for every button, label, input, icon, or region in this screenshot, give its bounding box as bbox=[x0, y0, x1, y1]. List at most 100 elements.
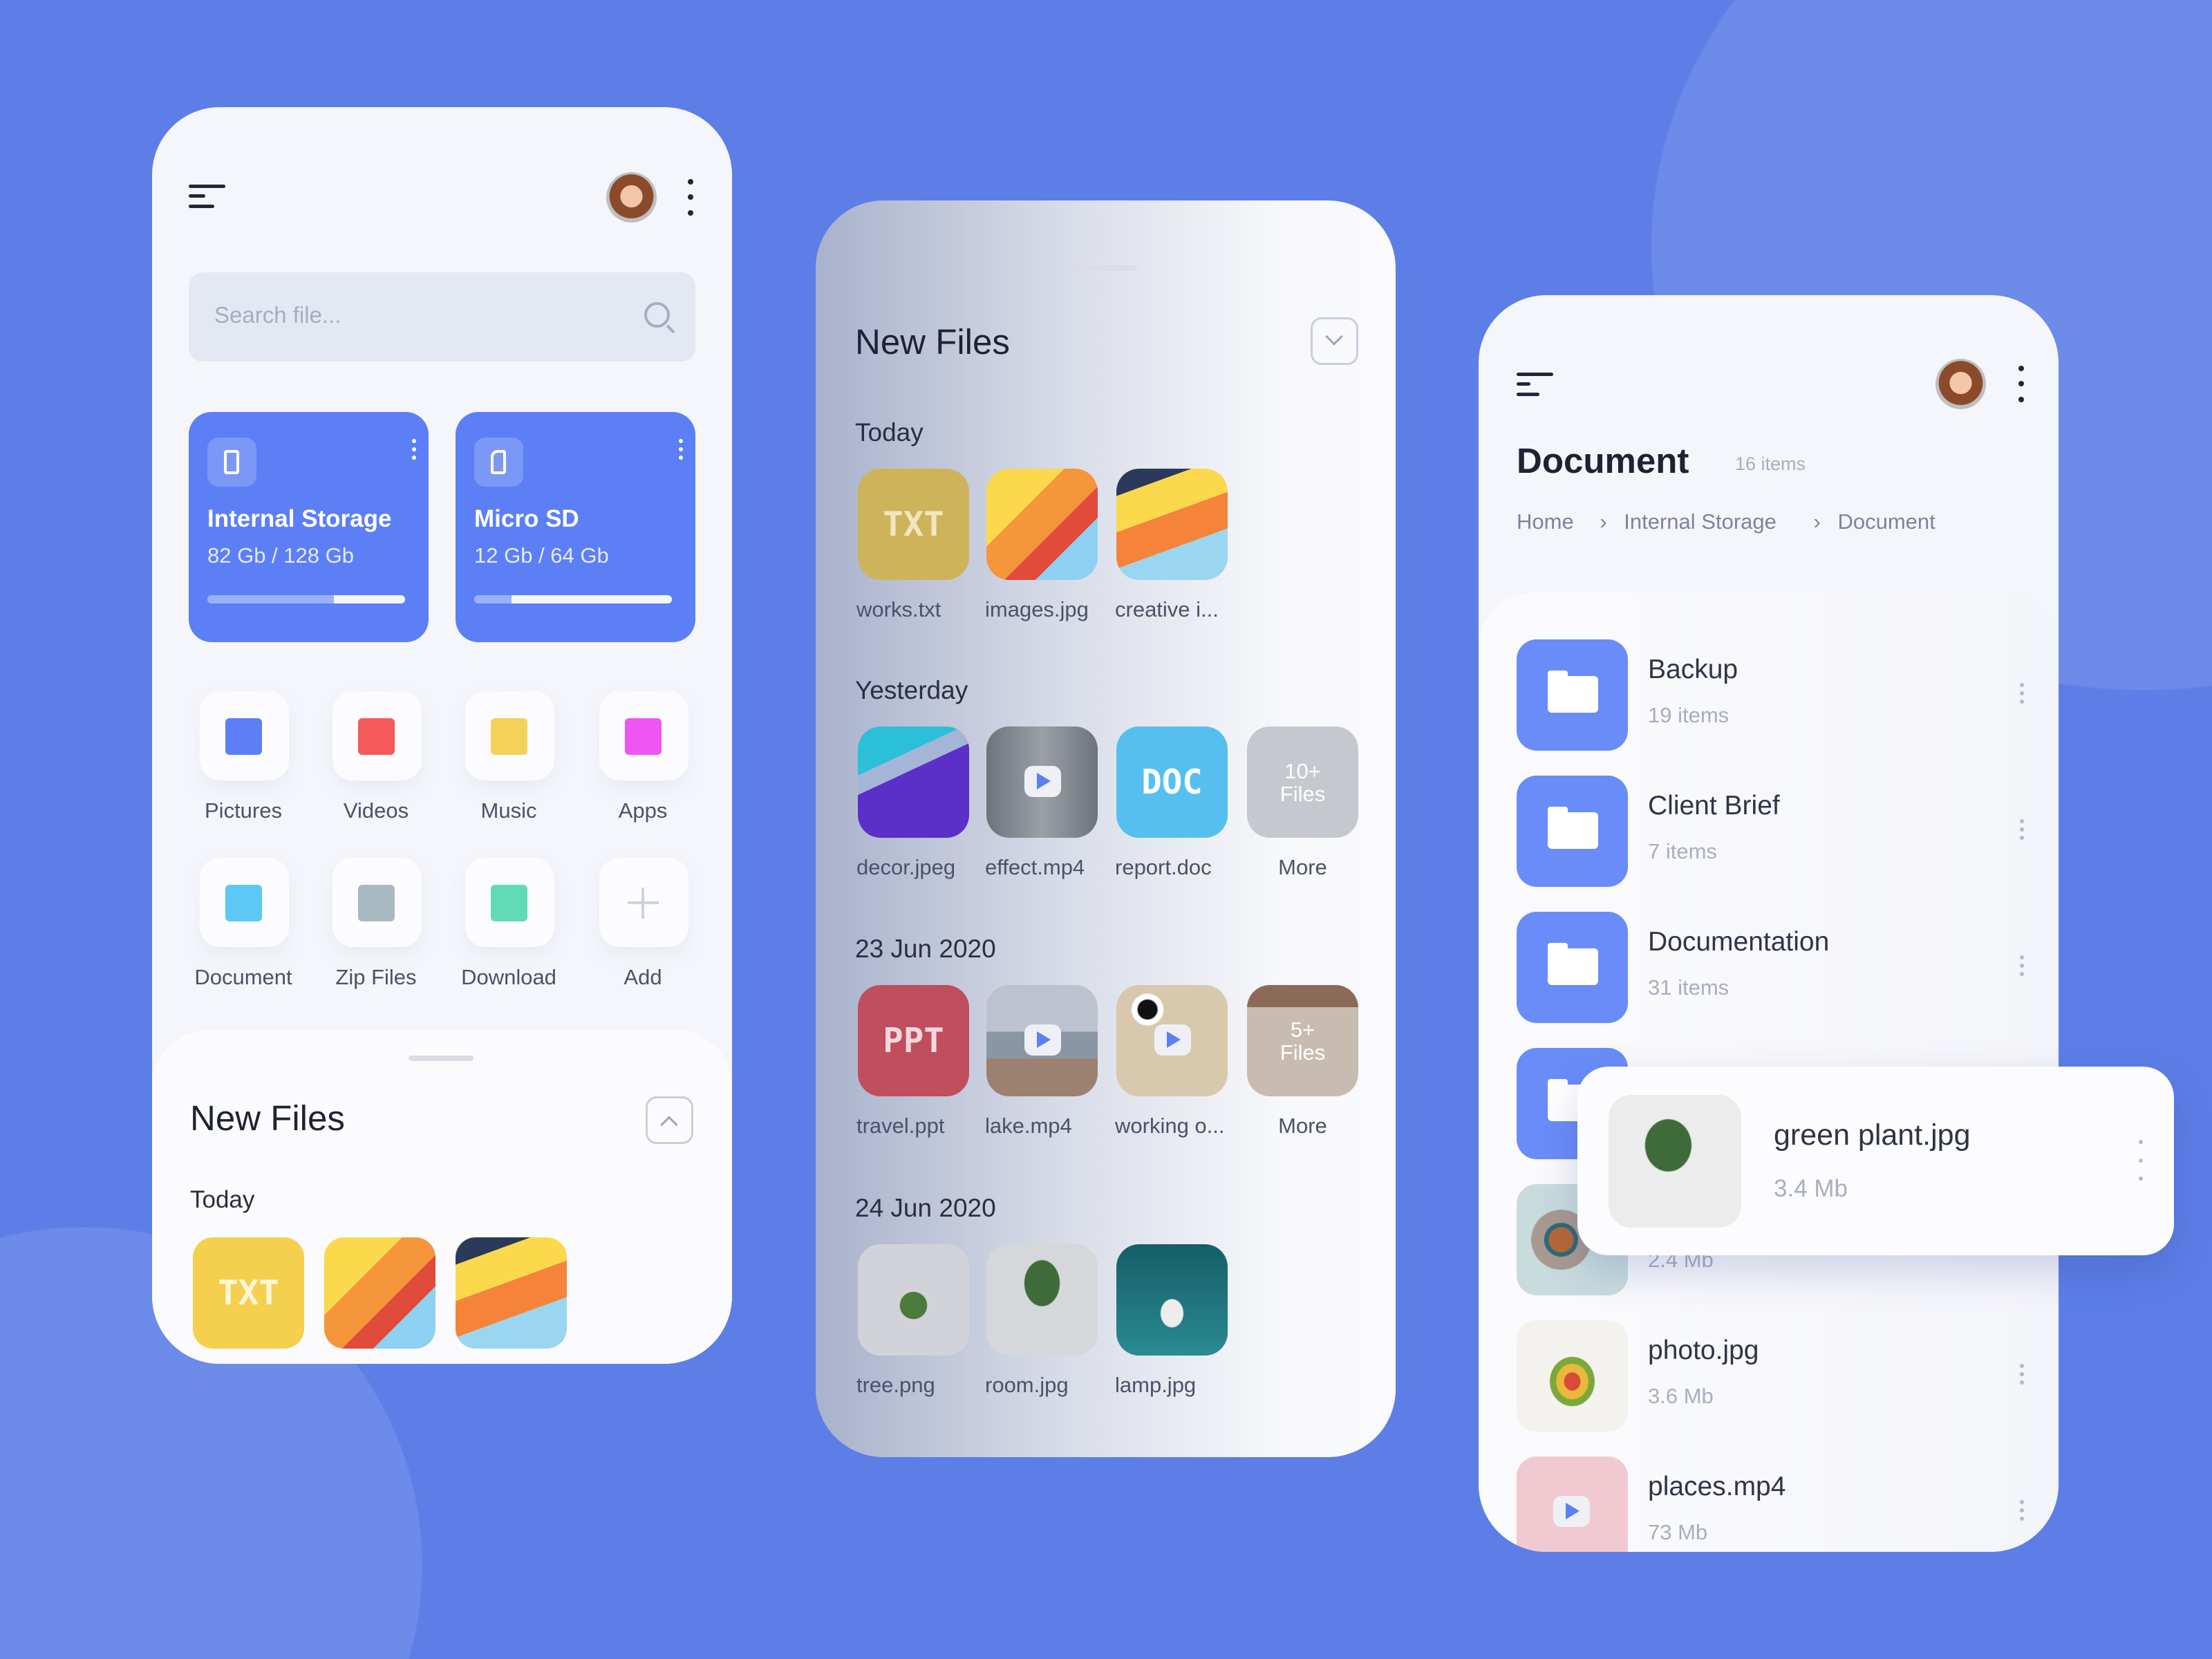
file-thumbnail[interactable]: DOC bbox=[1116, 727, 1228, 838]
storage-card[interactable]: Micro SD 12 Gb / 64 Gb bbox=[456, 412, 695, 642]
avatar[interactable] bbox=[606, 172, 657, 223]
category-document[interactable] bbox=[200, 858, 289, 947]
section-label: Today bbox=[855, 418, 924, 447]
thumbnail-badge: 5+ Files bbox=[1280, 1017, 1326, 1065]
menu-icon[interactable] bbox=[189, 185, 225, 213]
drag-handle[interactable] bbox=[1072, 265, 1137, 271]
more-icon[interactable] bbox=[2020, 1364, 2025, 1387]
search-icon[interactable] bbox=[644, 302, 670, 328]
thumbnail-badge: PPT bbox=[883, 1021, 944, 1060]
file-thumbnail[interactable]: 10+ Files bbox=[1247, 727, 1358, 838]
section-label: Yesterday bbox=[855, 676, 968, 704]
file-name: working o... bbox=[1115, 1114, 1225, 1138]
expand-button[interactable] bbox=[646, 1096, 693, 1144]
list-item[interactable]: photo.jpg 3.6 Mb bbox=[1479, 1320, 2059, 1432]
play-icon[interactable] bbox=[1024, 766, 1061, 797]
more-icon[interactable] bbox=[2017, 366, 2025, 402]
avatar[interactable] bbox=[1936, 359, 1986, 409]
item-meta: 7 items bbox=[1648, 839, 1717, 863]
file-thumbnail[interactable]: TXT bbox=[858, 469, 969, 580]
video-thumbnail[interactable] bbox=[1116, 985, 1228, 1096]
file-name: lamp.jpg bbox=[1115, 1373, 1197, 1397]
video-thumbnail[interactable] bbox=[986, 727, 1098, 838]
dragged-file-card[interactable]: green plant.jpg 3.4 Mb bbox=[1577, 1067, 2174, 1255]
item-name: photo.jpg bbox=[1648, 1335, 1759, 1365]
category-music[interactable] bbox=[465, 691, 554, 780]
file-thumbnail[interactable] bbox=[986, 469, 1098, 580]
file-thumbnail[interactable]: TXT bbox=[193, 1237, 304, 1349]
more-icon[interactable] bbox=[2020, 819, 2025, 842]
play-icon[interactable] bbox=[1553, 1496, 1590, 1527]
file-thumbnail[interactable]: PPT bbox=[858, 985, 969, 1096]
category-apps[interactable] bbox=[599, 691, 688, 780]
thumbnail-badge: TXT bbox=[218, 1273, 279, 1313]
item-name: Client Brief bbox=[1648, 791, 1780, 821]
list-item[interactable]: Documentation 31 items bbox=[1479, 912, 2059, 1023]
file-thumbnail[interactable]: 5+ Files bbox=[1247, 985, 1358, 1096]
file-thumbnail[interactable] bbox=[1116, 469, 1228, 580]
file-name: decor.jpeg bbox=[856, 855, 956, 879]
storage-title: Internal Storage bbox=[207, 505, 392, 532]
search-input[interactable]: Search file... bbox=[189, 272, 695, 362]
more-icon[interactable] bbox=[2020, 955, 2025, 978]
category-add[interactable] bbox=[599, 858, 688, 947]
file-name: tree.png bbox=[856, 1373, 935, 1397]
music-icon bbox=[491, 718, 527, 755]
file-thumbnail bbox=[1517, 1320, 1628, 1432]
more-icon[interactable] bbox=[2139, 1140, 2144, 1182]
more-icon[interactable] bbox=[412, 439, 418, 462]
drag-handle[interactable] bbox=[409, 1056, 474, 1061]
storage-title: Micro SD bbox=[474, 505, 579, 532]
sd-card-icon bbox=[474, 438, 523, 487]
list-item[interactable]: places.mp4 73 Mb bbox=[1479, 1456, 2059, 1552]
video-thumbnail[interactable] bbox=[986, 985, 1098, 1096]
document-icon bbox=[225, 885, 262, 921]
search-placeholder: Search file... bbox=[214, 302, 341, 328]
item-name: Documentation bbox=[1648, 927, 1830, 957]
file-thumbnail[interactable] bbox=[1116, 1244, 1228, 1356]
breadcrumb-document[interactable]: Document bbox=[1837, 509, 1935, 534]
more-icon[interactable] bbox=[679, 439, 684, 462]
more-icon[interactable] bbox=[2020, 1500, 2025, 1523]
category-download[interactable] bbox=[465, 858, 554, 947]
file-thumbnail[interactable] bbox=[858, 1244, 969, 1356]
category-label: Apps bbox=[618, 798, 668, 823]
category-pictures[interactable] bbox=[200, 691, 289, 780]
storage-card[interactable]: Internal Storage 82 Gb / 128 Gb bbox=[189, 412, 429, 642]
file-name: effect.mp4 bbox=[985, 855, 1085, 879]
list-item[interactable]: Client Brief 7 items bbox=[1479, 776, 2059, 887]
section-label: Today bbox=[190, 1186, 255, 1213]
collapse-button[interactable] bbox=[1311, 317, 1358, 365]
storage-usage: 12 Gb / 64 Gb bbox=[474, 543, 609, 568]
breadcrumb-home[interactable]: Home bbox=[1517, 509, 1574, 534]
item-meta: 73 Mb bbox=[1648, 1520, 1708, 1544]
item-name: Backup bbox=[1648, 655, 1738, 684]
more-icon[interactable] bbox=[2020, 683, 2025, 706]
menu-icon[interactable] bbox=[1517, 373, 1553, 401]
folder-icon bbox=[1517, 639, 1628, 751]
breadcrumb-internal-storage[interactable]: Internal Storage bbox=[1624, 509, 1777, 534]
page-title: Document bbox=[1517, 441, 1689, 480]
category-zip-files[interactable] bbox=[332, 858, 422, 947]
play-icon[interactable] bbox=[1154, 1024, 1191, 1056]
file-thumbnail[interactable] bbox=[324, 1237, 435, 1349]
file-name: report.doc bbox=[1115, 855, 1212, 879]
item-meta: 19 items bbox=[1648, 703, 1730, 727]
file-name: room.jpg bbox=[985, 1373, 1069, 1397]
more-icon[interactable] bbox=[686, 179, 695, 216]
storage-progress bbox=[207, 595, 405, 603]
sheet-title: New Files bbox=[190, 1098, 345, 1138]
file-thumbnail[interactable] bbox=[986, 1244, 1098, 1356]
category-label: Music bbox=[480, 798, 537, 823]
item-meta: 3.6 Mb bbox=[1648, 1384, 1714, 1408]
category-label: Zip Files bbox=[335, 965, 417, 989]
more-link[interactable]: More bbox=[1247, 1114, 1358, 1138]
chevron-right-icon: › bbox=[1813, 509, 1821, 534]
file-thumbnail[interactable] bbox=[858, 727, 969, 838]
more-link[interactable]: More bbox=[1247, 855, 1358, 880]
category-videos[interactable] bbox=[332, 691, 422, 780]
download-icon bbox=[491, 885, 527, 921]
list-item[interactable]: Backup 19 items bbox=[1479, 639, 2059, 751]
play-icon[interactable] bbox=[1024, 1024, 1061, 1056]
file-thumbnail[interactable] bbox=[456, 1237, 567, 1349]
